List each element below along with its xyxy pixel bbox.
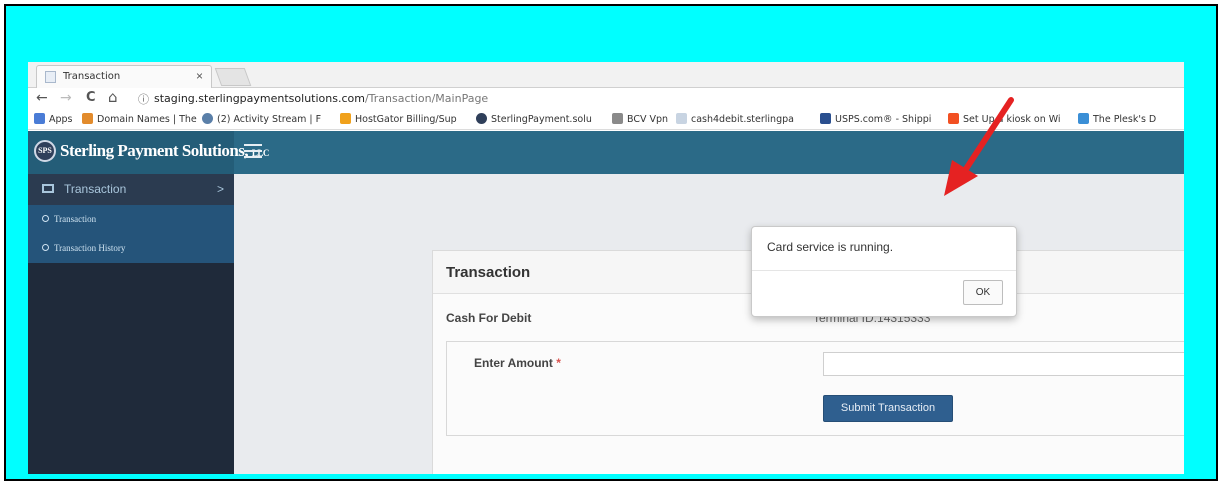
sidebar-item-transaction[interactable]: Transaction > <box>28 174 234 205</box>
bookmark-plesk[interactable]: The Plesk's D <box>1078 113 1156 125</box>
url-path: /Transaction/MainPage <box>364 92 489 105</box>
amount-input[interactable] <box>823 352 1184 376</box>
bookmark-bcv-vpn[interactable]: BCV Vpn <box>612 113 668 125</box>
usps-icon <box>820 113 831 124</box>
tab-transaction[interactable]: Transaction × <box>36 65 212 88</box>
url-host: staging.sterlingpaymentsolutions.com <box>154 92 365 105</box>
bookmark-activity-stream[interactable]: (2) Activity Stream | F <box>202 113 321 125</box>
submit-transaction-button[interactable]: Submit Transaction <box>823 395 953 422</box>
apps-grid-icon <box>34 113 45 124</box>
info-icon[interactable]: ⓘ <box>138 91 149 107</box>
plesk-icon <box>1078 113 1089 124</box>
amount-form: Enter Amount * Submit Transaction <box>446 341 1184 436</box>
alert-dialog: Card service is running. OK <box>751 226 1017 317</box>
sidebar: Transaction > Transaction Transaction Hi… <box>28 174 234 474</box>
tab-title: Transaction <box>63 71 121 82</box>
sps-icon <box>476 113 487 124</box>
bookmark-sterlingpayment[interactable]: SterlingPayment.solu <box>476 113 592 125</box>
sidebar-subitem-transaction[interactable]: Transaction <box>28 205 234 234</box>
new-tab-button[interactable] <box>214 68 252 86</box>
main-content: Transaction Cash For Debit Terminal ID:1… <box>234 174 1184 474</box>
bookmark-cash4debit[interactable]: cash4debit.sterlingpa <box>676 113 794 125</box>
amount-label: Enter Amount * <box>474 356 561 370</box>
panel-title: Transaction <box>446 264 531 281</box>
reload-icon[interactable]: C <box>86 90 96 105</box>
page-icon <box>676 113 687 124</box>
home-icon[interactable]: ⌂ <box>108 88 118 106</box>
bookmark-usps[interactable]: USPS.com® - Shippi <box>820 113 931 125</box>
cash-for-debit-label: Cash For Debit <box>446 311 532 325</box>
url-input[interactable]: ⓘ staging.sterlingpaymentsolutions.com/T… <box>134 90 1184 108</box>
menu-toggle-icon[interactable] <box>244 144 262 158</box>
dialog-divider <box>752 270 1016 271</box>
sidebar-subitem-transaction-history[interactable]: Transaction History <box>28 234 234 263</box>
brand-name: Sterling Payment Solutions, LLC <box>60 141 269 160</box>
back-icon[interactable]: ← <box>36 90 48 106</box>
red-arrow-annotation <box>944 97 1014 196</box>
hostgator-icon <box>340 113 351 124</box>
brand-logo[interactable]: SPS Sterling Payment Solutions, LLC <box>28 131 269 174</box>
page-favicon-icon <box>45 71 56 83</box>
tab-bar: Transaction × <box>28 62 1184 88</box>
money-icon <box>42 184 54 193</box>
alert-message: Card service is running. <box>767 240 894 254</box>
required-marker: * <box>556 356 561 370</box>
sidebar-item-label: Transaction <box>64 182 127 196</box>
url-text: staging.sterlingpaymentsolutions.com/Tra… <box>154 92 488 105</box>
circle-icon <box>42 215 49 222</box>
ok-button[interactable]: OK <box>963 280 1003 305</box>
circle-icon <box>42 244 49 251</box>
bookmark-domain-names[interactable]: Domain Names | The <box>82 113 197 125</box>
chevron-right-icon: > <box>216 182 224 196</box>
close-tab-icon[interactable]: × <box>196 69 203 83</box>
bookmark-hostgator[interactable]: HostGator Billing/Sup <box>340 113 457 125</box>
forward-icon[interactable]: → <box>60 90 72 106</box>
screenshot-frame: Transaction × ← → C ⌂ ⓘ staging.sterling… <box>4 4 1218 481</box>
vpn-icon <box>612 113 623 124</box>
activity-icon <box>202 113 213 124</box>
sps-logo-icon: SPS <box>34 140 56 162</box>
bookmark-apps[interactable]: Apps <box>34 113 73 125</box>
domain-icon <box>82 113 93 124</box>
